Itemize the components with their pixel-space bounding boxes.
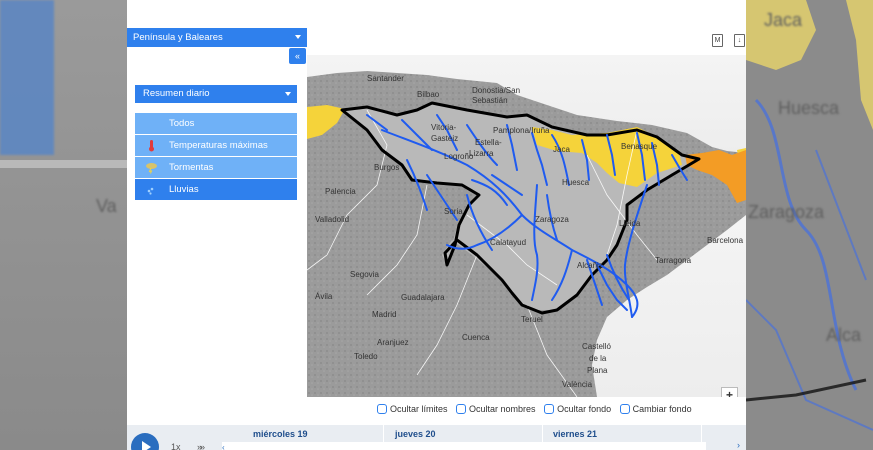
city-label: Estella- (475, 138, 502, 147)
background-blur-bar (0, 160, 127, 168)
speed-selector[interactable]: 1x (171, 442, 181, 450)
city-label: Pamplona/Iruña (493, 126, 550, 135)
background-blur-panel (0, 0, 54, 155)
option-label: Ocultar nombres (469, 404, 536, 414)
layer-item-tormentas[interactable]: Tormentas (135, 157, 297, 178)
background-label: Huesca (778, 98, 840, 118)
layer-item-temperaturas[interactable]: Temperaturas máximas (135, 135, 297, 156)
day-header[interactable]: viernes 21 (553, 426, 597, 442)
city-label: Logroño (444, 152, 474, 161)
background-label: Alca (826, 325, 862, 345)
checkbox[interactable] (377, 404, 387, 414)
city-label: Madrid (372, 310, 396, 319)
region-dropdown-label: Península y Baleares (133, 32, 223, 43)
checkbox[interactable] (456, 404, 467, 414)
city-label: Lleida (619, 219, 641, 228)
city-label: de la (589, 354, 607, 363)
checkbox[interactable] (619, 404, 630, 414)
zoom-in-button[interactable]: + (721, 387, 738, 397)
layer-list: Todos Temperaturas máximas Tormentas Llu… (135, 113, 297, 201)
option-hide-names[interactable]: Ocultar nombres (456, 404, 536, 414)
city-label: Santander (367, 74, 404, 83)
background-label: Jaca (764, 10, 803, 30)
chevron-down-icon (285, 92, 291, 96)
city-label: Soria (444, 207, 463, 216)
option-label: Cambiar fondo (632, 404, 692, 414)
checkbox[interactable] (544, 404, 555, 414)
layer-item-todos[interactable]: Todos (135, 113, 297, 134)
city-label: Cuenca (462, 333, 490, 342)
city-label: Barcelona (707, 236, 744, 245)
background-right: Jaca Huesca Zaragoza Alca (746, 0, 873, 450)
city-label: Tarragona (655, 256, 692, 265)
day-header[interactable]: miércoles 19 (253, 426, 308, 442)
layer-item-lluvias[interactable]: Lluvias (135, 179, 297, 200)
mode-dropdown-label: Resumen diario (143, 88, 210, 99)
download-icon[interactable]: ↓ (734, 34, 745, 47)
city-label: Benasque (621, 142, 658, 151)
city-label: Aranjuez (377, 338, 409, 347)
background-left: Va (0, 0, 127, 450)
option-label: Ocultar límites (390, 404, 448, 414)
layer-item-label: Temperaturas máximas (169, 140, 268, 151)
city-label: Segovia (350, 270, 379, 279)
city-label: Donostia/San (472, 86, 520, 95)
city-label: Gasteiz (431, 134, 458, 143)
city-label: Guadalajara (401, 293, 445, 302)
zoom-controls: + − (721, 387, 739, 397)
day-header[interactable]: jueves 20 (395, 426, 436, 442)
option-hide-background[interactable]: Ocultar fondo (544, 404, 611, 414)
city-label: València (562, 380, 593, 389)
layer-item-label: Lluvias (169, 184, 199, 195)
city-label: Palencia (325, 187, 356, 196)
app-window: Península y Baleares « Resumen diario To… (127, 0, 746, 450)
city-label: Zaragoza (535, 215, 569, 224)
city-label: Plana (587, 366, 608, 375)
city-label: Calatayud (490, 238, 526, 247)
city-label: Vitoria- (431, 123, 457, 132)
layer-item-label: Tormentas (169, 162, 214, 173)
timeline-next-icon[interactable]: › (737, 440, 740, 450)
map-options: Ocultar límites Ocultar nombres Ocultar … (377, 404, 698, 418)
city-label: Bilbao (417, 90, 440, 99)
option-change-background[interactable]: Cambiar fondo (619, 404, 692, 414)
map-canvas: Santander Bilbao Donostia/San Sebastián … (307, 55, 746, 397)
background-label: Zaragoza (748, 202, 825, 222)
layer-item-label: Todos (169, 118, 195, 129)
background-map-blur (746, 0, 873, 431)
map-legend-icon[interactable]: M (712, 34, 723, 47)
city-label: Castelló (582, 342, 611, 351)
city-label: Toledo (354, 352, 378, 361)
mode-dropdown[interactable]: Resumen diario (135, 85, 297, 103)
collapse-sidebar-button[interactable]: « (289, 48, 306, 64)
city-label: Jaca (553, 145, 570, 154)
thermometer-icon (149, 140, 154, 152)
map-view[interactable]: Santander Bilbao Donostia/San Sebastián … (307, 55, 746, 397)
city-label: Ávila (315, 292, 333, 301)
play-button[interactable] (131, 433, 159, 450)
city-label: Sebastián (472, 96, 508, 105)
timeline-bar: 1x »» miércoles 19 jueves 20 viernes 21 … (127, 425, 746, 450)
city-label: Alcañiz (577, 261, 603, 270)
timeline-track[interactable] (222, 442, 706, 450)
region-dropdown[interactable]: Península y Baleares (127, 28, 307, 47)
storm-cloud-icon (146, 163, 157, 174)
sidebar: Península y Baleares « Resumen diario To… (127, 0, 307, 450)
city-label: Huesca (562, 178, 590, 187)
city-label: Valladolid (315, 215, 349, 224)
background-label: Va (96, 196, 117, 216)
timeline-prev-icon[interactable]: ‹ (222, 443, 225, 450)
option-label: Ocultar fondo (557, 404, 612, 414)
city-label: Burgos (374, 163, 399, 172)
fast-forward-button[interactable]: »» (197, 442, 205, 450)
chevron-down-icon (295, 35, 301, 39)
city-label: Teruel (521, 315, 543, 324)
option-hide-limits[interactable]: Ocultar límites (377, 404, 448, 414)
play-icon (142, 441, 151, 450)
rain-icon (147, 187, 154, 195)
